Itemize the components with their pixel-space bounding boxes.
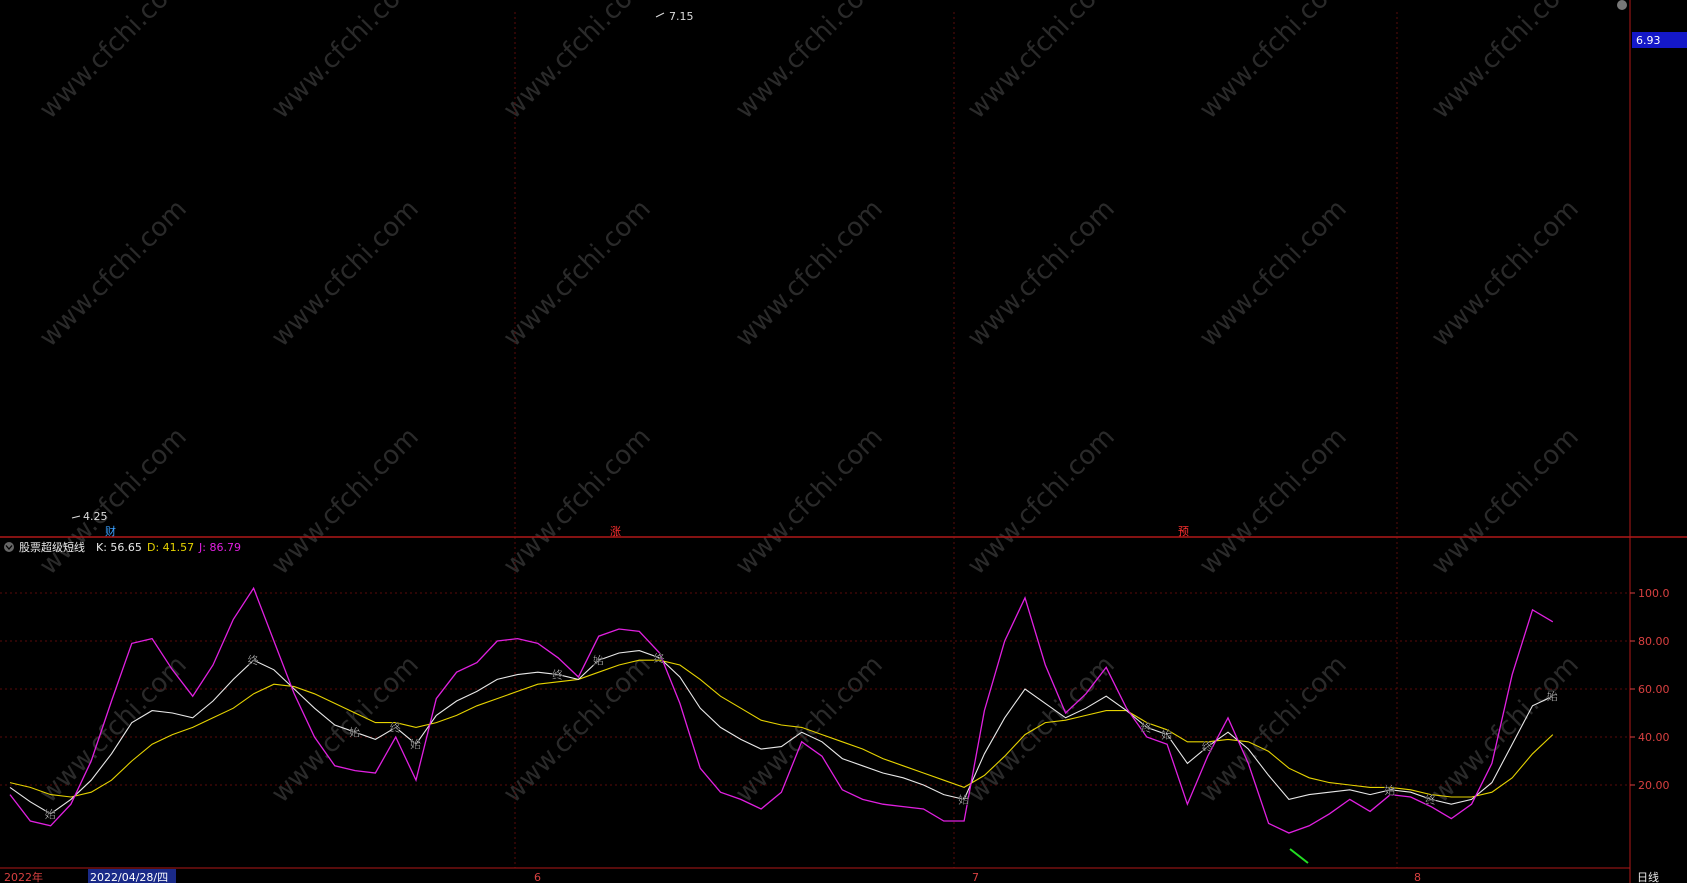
watermark-text: www.cfchi.com: [1194, 194, 1353, 353]
window-control[interactable]: [1617, 0, 1627, 10]
ind-tick-label: 40.00: [1638, 731, 1670, 744]
j-low-segment: [1289, 848, 1309, 864]
watermark-text: www.cfchi.com: [1194, 0, 1353, 125]
watermark-text: www.cfchi.com: [1426, 0, 1585, 125]
ind-tick-label: 60.00: [1638, 683, 1670, 696]
time-axis: 2022年 2022/04/28/四 6 7 8 日线: [0, 867, 1659, 883]
watermark-text: www.cfchi.com: [962, 0, 1121, 125]
watermark-text: www.cfchi.com: [498, 0, 657, 125]
watermark-text: www.cfchi.com: [730, 650, 889, 809]
high-label: 7.15: [669, 10, 694, 23]
watermark-text: www.cfchi.com: [34, 0, 193, 125]
ind-tick-label: 100.0: [1638, 587, 1670, 600]
signal-mark: 始: [958, 792, 969, 806]
k-value: K: 56.65: [96, 541, 142, 554]
panel-frame: [0, 0, 1687, 883]
watermark-text: www.cfchi.com: [266, 422, 425, 581]
ind-tick-label: 20.00: [1638, 779, 1670, 792]
watermark-text: www.cfchi.com: [34, 194, 193, 353]
watermark-text: www.cfchi.com: [730, 422, 889, 581]
high-marker: 7.15: [655, 10, 694, 23]
signal-mark: 终: [1202, 740, 1213, 754]
watermark-text: www.cfchi.com: [1426, 194, 1585, 353]
indicator-menu-icon[interactable]: [4, 542, 14, 552]
current-price-box: 6.93: [1632, 32, 1687, 48]
signal-mark: 始: [1384, 783, 1395, 797]
signal-mark: 终: [1425, 792, 1436, 806]
signal-mark: 始: [593, 653, 604, 667]
watermark-text: www.cfchi.com: [498, 422, 657, 581]
time-label-year: 2022年: [4, 870, 43, 883]
j-line: [9, 586, 1554, 834]
watermark-text: www.cfchi.com: [34, 650, 193, 809]
time-label-7: 7: [972, 871, 979, 883]
indicator-name: 股票超级短线: [19, 540, 85, 554]
signal-mark: 始: [410, 737, 421, 751]
signal-mark: 终: [654, 651, 665, 665]
watermark-text: www.cfchi.com: [730, 194, 889, 353]
watermark-text: www.cfchi.com: [962, 194, 1121, 353]
low-label: 4.25: [83, 510, 108, 523]
indicator-header: 股票超级短线 K: 56.65 D: 41.57 J: 86.79: [4, 540, 241, 554]
watermark-text: www.cfchi.com: [730, 0, 889, 125]
watermark-text: www.cfchi.com: [1426, 422, 1585, 581]
marker-yu[interactable]: 预: [1178, 525, 1189, 538]
time-label-8: 8: [1414, 871, 1421, 883]
signal-mark: 始: [45, 807, 56, 821]
signal-mark: 始: [349, 725, 360, 739]
current-price: 6.93: [1636, 34, 1661, 47]
kdj-lines: [9, 586, 1554, 864]
signal-mark: 终: [390, 720, 401, 734]
stock-chart[interactable]: www.cfchi.com www.cfchi.com www.cfchi.com w…: [0, 0, 1687, 883]
j-value: J: 86.79: [198, 541, 241, 554]
axes: 6.806.606.406.206.005.805.605.405.205.00…: [1630, 587, 1670, 792]
signal-mark: 终: [248, 653, 259, 667]
time-label-cursor: 2022/04/28/四: [90, 871, 168, 883]
period-label[interactable]: 日线: [1637, 870, 1659, 883]
signal-mark: 终: [1141, 720, 1152, 734]
watermark-text: www.cfchi.com: [962, 422, 1121, 581]
watermark-text: www.cfchi.com: [266, 194, 425, 353]
signal-mark: 终: [552, 668, 563, 682]
time-label-6: 6: [534, 871, 541, 883]
marker-zhang[interactable]: 涨: [610, 525, 621, 538]
signal-mark: 始: [1161, 728, 1172, 742]
marker-cai[interactable]: 财: [105, 524, 116, 538]
watermark-text: www.cfchi.com: [1194, 650, 1353, 809]
watermark-text: www.cfchi.com: [266, 0, 425, 125]
d-value: D: 41.57: [147, 541, 194, 554]
watermark-text: www.cfchi.com: [34, 422, 193, 581]
signal-mark: 始: [1547, 689, 1558, 703]
watermark-text: www.cfchi.com: [1194, 422, 1353, 581]
ind-tick-label: 80.00: [1638, 635, 1670, 648]
close-icon[interactable]: [1617, 0, 1627, 10]
watermark-text: www.cfchi.com: [498, 194, 657, 353]
